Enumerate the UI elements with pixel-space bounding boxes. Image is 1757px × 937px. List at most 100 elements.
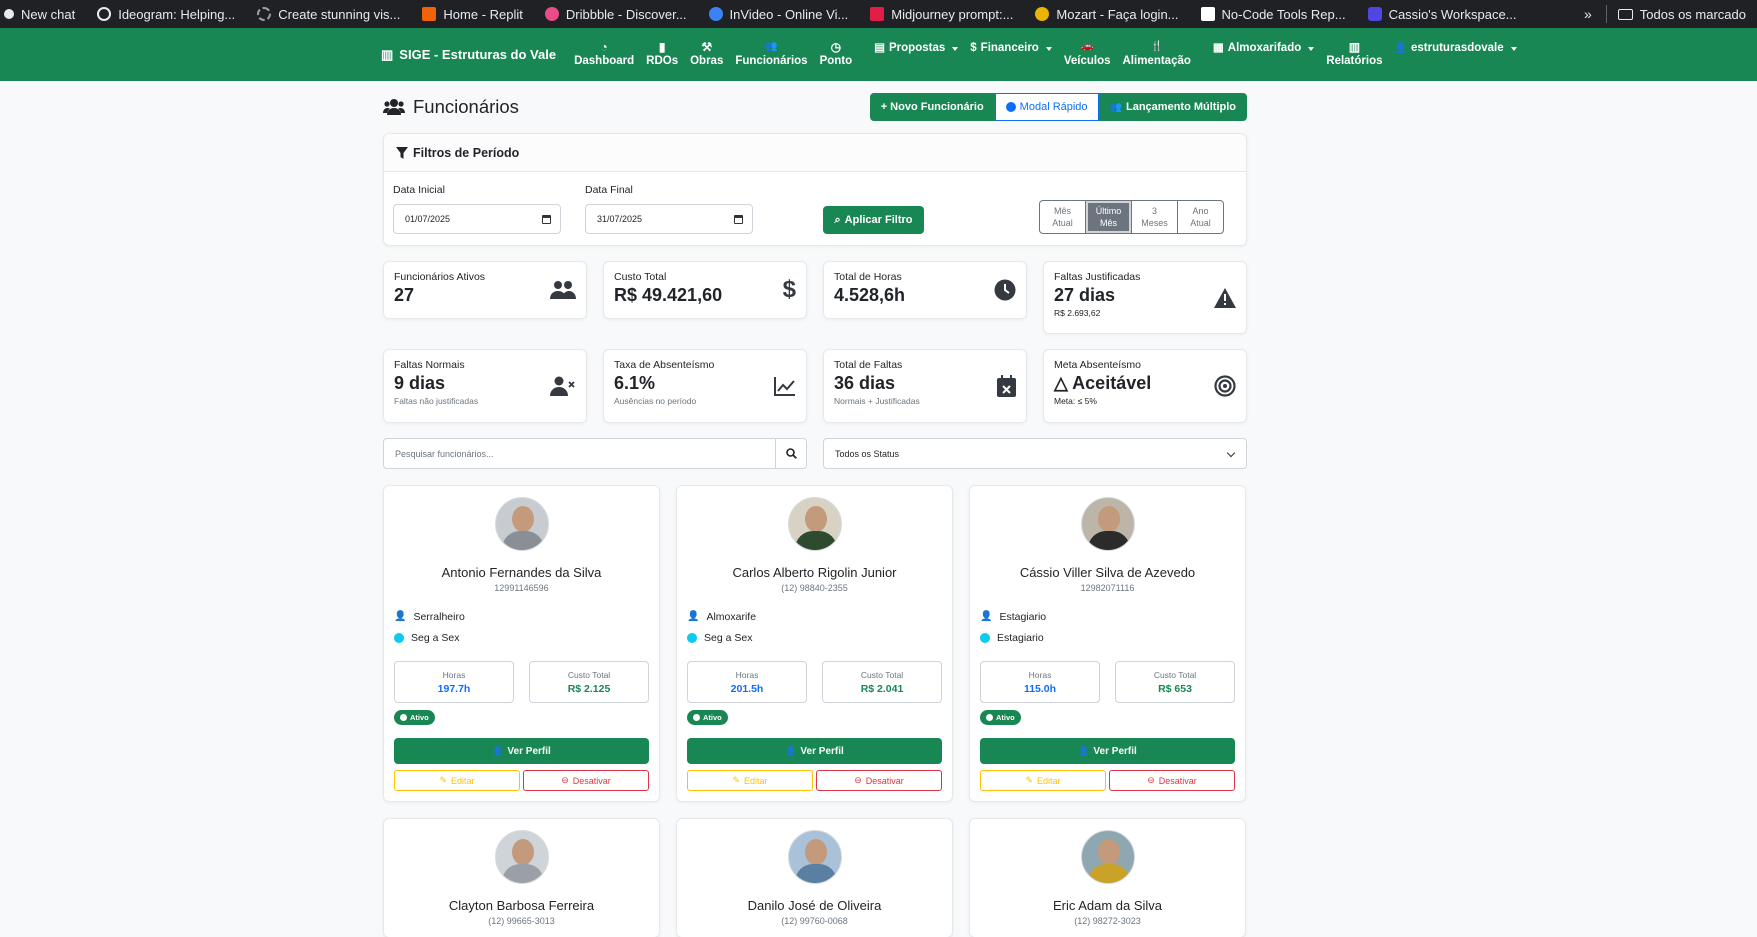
main-navbar: ▥ SIGE - Estruturas do Vale ◔ Dashboard ▮… xyxy=(0,28,1757,81)
bookmark-icon xyxy=(1367,7,1382,21)
user-minus-icon: ⊖ xyxy=(854,775,862,785)
bookmark-item[interactable]: No-Code Tools Rep... xyxy=(1190,0,1357,28)
employee-schedule: Seg a Sex xyxy=(687,627,952,648)
bookmark-item[interactable]: Home - Replit xyxy=(411,0,533,28)
bookmark-item[interactable]: InVideo - Online Vi... xyxy=(698,0,860,28)
deactivate-button[interactable]: ⊖ Desativar xyxy=(816,770,942,791)
users-icon xyxy=(383,99,405,115)
nav-almoxarifado[interactable]: ▦ Almoxarifado xyxy=(1207,41,1320,56)
nav-ponto[interactable]: ◷ Ponto xyxy=(814,40,859,69)
bookmark-item[interactable]: Create stunning vis... xyxy=(246,0,411,28)
nav-financeiro[interactable]: $ Financeiro xyxy=(964,41,1058,56)
end-date-input[interactable]: 31/07/2025 xyxy=(585,204,753,234)
period-current-month[interactable]: Mês Atual xyxy=(1039,200,1086,234)
car-icon: 🚗 xyxy=(1080,41,1094,52)
caret-down-icon xyxy=(1045,46,1052,51)
start-date-input[interactable]: 01/07/2025 xyxy=(393,204,561,234)
period-last-month[interactable]: Último Mês xyxy=(1085,200,1132,234)
employee-role: 👤 Almoxarife xyxy=(687,610,757,623)
employee-role: 👤 Estagiario xyxy=(980,610,1047,623)
employee-schedule: Seg a Sex xyxy=(394,627,659,648)
user-icon: 👤 xyxy=(785,745,797,756)
caret-down-icon xyxy=(1510,46,1517,51)
nav-dashboard[interactable]: ◔ Dashboard xyxy=(568,40,640,69)
dollar-icon: $ xyxy=(970,42,977,54)
stat-total-cost: Custo Total R$ 49.421,60 $ xyxy=(603,261,807,319)
edit-icon: ✎ xyxy=(1025,775,1034,785)
nav-user-menu[interactable]: 👤 estruturasdovale xyxy=(1389,41,1523,56)
edit-button[interactable]: ✎ Editar xyxy=(687,770,813,791)
bookmark-item[interactable]: Mozart - Faça login... xyxy=(1024,0,1189,28)
nav-propostas[interactable]: ▤ Propostas xyxy=(868,41,964,56)
card-actions: ✎ Editar ⊖ Desativar xyxy=(394,770,649,791)
caret-down-icon xyxy=(1308,46,1315,51)
warning-icon xyxy=(1214,287,1236,308)
employee-name: Carlos Alberto Rigolin Junior xyxy=(732,565,897,580)
bookmark-item[interactable]: Ideogram: Helping... xyxy=(86,0,246,28)
cost-metric: Custo Total R$ 2.125 xyxy=(529,661,649,703)
bookmarks-overflow: » Todos os marcado xyxy=(1569,0,1757,28)
nav-relatorios[interactable]: ▥ Relatórios xyxy=(1320,40,1388,69)
employee-name: Cássio Viller Silva de Azevedo xyxy=(1019,565,1196,580)
new-employee-button[interactable]: + Novo Funcionário xyxy=(869,93,995,121)
nav-rdos[interactable]: ▮ RDOs xyxy=(640,40,684,69)
avatar-head xyxy=(804,839,827,865)
period-current-year[interactable]: Ano Atual xyxy=(1177,200,1224,234)
hammer-icon: ⚒ xyxy=(701,40,713,54)
employee-info: 👤 Almoxarife Seg a Sex xyxy=(677,606,952,648)
clock-icon: ◷ xyxy=(830,40,842,54)
nav-veiculos[interactable]: 🚗 Veículos xyxy=(1058,40,1117,69)
apply-filter-button[interactable]: ⌕ Aplicar Filtro xyxy=(823,206,924,234)
dollar-icon: $ xyxy=(782,276,796,303)
avatar xyxy=(787,497,842,551)
bookmark-item[interactable]: Midjourney prompt:... xyxy=(859,0,1024,28)
bookmark-item[interactable]: Dribbble - Discover... xyxy=(534,0,698,28)
bookmark-icon xyxy=(257,7,272,21)
employee-phone: (12) 99665-3013 xyxy=(488,916,555,926)
edit-icon: ✎ xyxy=(732,775,741,785)
avatar xyxy=(787,830,842,884)
stats-row-2: Faltas Normais 9 dias Faltas não justifi… xyxy=(383,349,1247,423)
more-bookmarks-button[interactable]: » xyxy=(1570,6,1606,22)
nav-obras[interactable]: ⚒ Obras xyxy=(684,40,729,69)
nav-funcionarios[interactable]: 👥 Funcionários xyxy=(729,40,813,69)
stat-absenteeism-rate: Taxa de Absenteísmo 6.1% Ausências no pe… xyxy=(603,349,807,423)
avatar-body xyxy=(1087,531,1130,550)
all-bookmarks-folder[interactable]: Todos os marcado xyxy=(1607,0,1757,28)
user-icon: 👤 xyxy=(1078,745,1090,756)
quick-modal-button[interactable]: Modal Rápido xyxy=(994,93,1099,121)
bookmark-item[interactable]: Cassio's Workspace... xyxy=(1357,0,1528,28)
period-3-months[interactable]: 3 Meses xyxy=(1131,200,1178,234)
brand[interactable]: ▥ SIGE - Estruturas do Vale xyxy=(381,47,556,63)
stat-justified-absences: Faltas Justificadas 27 dias R$ 2.693,62 xyxy=(1043,261,1247,334)
clipboard-icon: ▮ xyxy=(658,40,666,54)
clock-icon xyxy=(980,632,990,643)
avatar xyxy=(494,830,549,884)
deactivate-button[interactable]: ⊖ Desativar xyxy=(523,770,649,791)
user-icon: 👤 xyxy=(687,611,700,622)
stat-normal-absences: Faltas Normais 9 dias Faltas não justifi… xyxy=(383,349,587,423)
card-actions: ✎ Editar ⊖ Desativar xyxy=(980,770,1235,791)
calendar-icon xyxy=(734,215,743,224)
deactivate-button[interactable]: ⊖ Desativar xyxy=(1109,770,1235,791)
search-button[interactable] xyxy=(775,439,806,468)
file-icon: ▤ xyxy=(874,42,886,54)
user-x-icon xyxy=(550,376,575,396)
nav-items: ◔ Dashboard ▮ RDOs ⚒ Obras 👥 Funcionários ◷ P… xyxy=(568,28,1523,81)
edit-button[interactable]: ✎ Editar xyxy=(980,770,1106,791)
stat-total-hours: Total de Horas 4.528,6h xyxy=(823,261,1027,319)
filter-icon xyxy=(396,146,408,159)
target-icon xyxy=(1214,375,1236,397)
view-profile-button[interactable]: 👤 Ver Perfil xyxy=(980,738,1235,764)
bookmark-item[interactable]: New chat xyxy=(0,0,86,28)
view-profile-button[interactable]: 👤 Ver Perfil xyxy=(394,738,649,764)
edit-button[interactable]: ✎ Editar xyxy=(394,770,520,791)
employee-search-input[interactable]: Pesquisar funcionários... xyxy=(384,439,775,468)
employee-info: 👤 Estagiario Estagiario xyxy=(970,606,1245,648)
status-filter-select[interactable]: Todos os Status xyxy=(823,438,1247,469)
employee-role: 👤 Serralheiro xyxy=(394,610,465,623)
bulk-entry-button[interactable]: 👥 Lançamento Múltiplo xyxy=(1098,93,1247,121)
nav-alimentacao[interactable]: 🍴 Alimentação xyxy=(1117,40,1197,69)
view-profile-button[interactable]: 👤 Ver Perfil xyxy=(687,738,942,764)
period-filter-card: Filtros de Período Data Inicial 01/07/20… xyxy=(383,133,1247,246)
